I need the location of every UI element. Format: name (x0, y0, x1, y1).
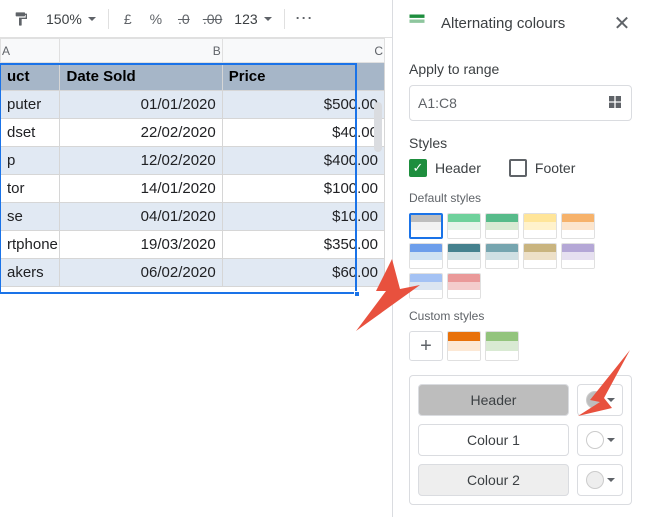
percent-button[interactable]: % (143, 6, 169, 32)
cell[interactable]: 19/03/2020 (60, 231, 222, 259)
column-header-row: A B C (1, 39, 385, 63)
table-row: dset22/02/2020$40.00 (1, 119, 385, 147)
apply-range-label: Apply to range (409, 61, 632, 77)
table-row: akers06/02/2020$60.00 (1, 259, 385, 287)
style-swatch[interactable] (485, 243, 519, 269)
cell[interactable]: $350.00 (222, 231, 384, 259)
zoom-value: 150% (46, 11, 82, 27)
more-button[interactable]: ⋯ (291, 6, 319, 32)
cell[interactable]: 22/02/2020 (60, 119, 222, 147)
grid-icon (607, 94, 623, 113)
style-swatch[interactable] (523, 243, 557, 269)
range-input[interactable]: A1:C8 (409, 85, 632, 121)
cell[interactable]: akers (1, 259, 60, 287)
panel-title: Alternating colours (441, 15, 596, 32)
style-swatch[interactable] (561, 213, 595, 239)
colour2-button[interactable]: Colour 2 (418, 464, 569, 496)
table-row: p12/02/2020$400.00 (1, 147, 385, 175)
chevron-down-icon (264, 17, 272, 21)
styles-label: Styles (409, 135, 632, 151)
currency-button[interactable]: £ (115, 6, 141, 32)
checkbox-icon: ✓ (409, 159, 427, 177)
spreadsheet[interactable]: A B C uct Date Sold Price puter01/01/202… (0, 38, 392, 517)
number-format-select[interactable]: 123 (228, 6, 277, 32)
footer-checkbox[interactable]: Footer (509, 159, 575, 177)
header-colour-picker[interactable] (577, 384, 623, 416)
cell[interactable]: $10.00 (222, 203, 384, 231)
style-swatch[interactable] (485, 213, 519, 239)
style-swatch[interactable] (447, 331, 481, 361)
style-swatch[interactable] (447, 243, 481, 269)
add-custom-style-button[interactable]: + (409, 331, 443, 361)
col-header[interactable]: A (1, 39, 60, 63)
table-row: tor14/01/2020$100.00 (1, 175, 385, 203)
cell[interactable]: tor (1, 175, 60, 203)
col-header[interactable]: B (60, 39, 222, 63)
default-styles-grid (409, 213, 632, 299)
table-row: rtphone19/03/2020$350.00 (1, 231, 385, 259)
colour1-button[interactable]: Colour 1 (418, 424, 569, 456)
cell[interactable]: $400.00 (222, 147, 384, 175)
cell[interactable]: p (1, 147, 60, 175)
separator (108, 9, 109, 29)
cell[interactable]: $500.00 (222, 91, 384, 119)
colour1-picker[interactable] (577, 424, 623, 456)
style-swatch[interactable] (523, 213, 557, 239)
decrease-decimal-button[interactable]: .0 (171, 6, 197, 32)
custom-styles-row (447, 331, 519, 361)
paint-format-icon[interactable] (8, 6, 34, 32)
chevron-down-icon (607, 398, 615, 402)
colour2-picker[interactable] (577, 464, 623, 496)
panel-icon (407, 12, 427, 35)
cell[interactable]: Date Sold (60, 63, 222, 91)
default-styles-label: Default styles (409, 191, 632, 205)
table-row: se04/01/2020$10.00 (1, 203, 385, 231)
custom-styles-label: Custom styles (409, 309, 632, 323)
cell[interactable]: Price (222, 63, 384, 91)
style-swatch[interactable] (409, 213, 443, 239)
cell[interactable]: 06/02/2020 (60, 259, 222, 287)
scrollbar-thumb[interactable] (374, 102, 382, 152)
table-row: puter01/01/2020$500.00 (1, 91, 385, 119)
table-header-row: uct Date Sold Price (1, 63, 385, 91)
number-format-value: 123 (234, 11, 257, 27)
cell[interactable]: rtphone (1, 231, 60, 259)
cell[interactable]: se (1, 203, 60, 231)
cell[interactable]: 12/02/2020 (60, 147, 222, 175)
style-swatch[interactable] (447, 273, 481, 299)
range-value: A1:C8 (418, 95, 457, 111)
header-checkbox[interactable]: ✓ Header (409, 159, 481, 177)
cell[interactable]: $60.00 (222, 259, 384, 287)
zoom-select[interactable]: 150% (36, 6, 102, 32)
cell[interactable]: 01/01/2020 (60, 91, 222, 119)
alternating-colours-panel: Alternating colours ✕ Apply to range A1:… (392, 0, 648, 517)
style-swatch[interactable] (561, 243, 595, 269)
separator (284, 9, 285, 29)
cell[interactable]: $40.00 (222, 119, 384, 147)
cell[interactable]: uct (1, 63, 60, 91)
style-swatch[interactable] (409, 273, 443, 299)
checkbox-icon (509, 159, 527, 177)
chevron-down-icon (607, 438, 615, 442)
col-header[interactable]: C (222, 39, 384, 63)
style-swatch[interactable] (409, 243, 443, 269)
cell[interactable]: 04/01/2020 (60, 203, 222, 231)
style-swatch[interactable] (447, 213, 481, 239)
chevron-down-icon (607, 478, 615, 482)
colour-section: Header Colour 1 Colour 2 (409, 375, 632, 505)
panel-header: Alternating colours ✕ (393, 0, 648, 47)
cell[interactable]: $100.00 (222, 175, 384, 203)
close-icon[interactable]: ✕ (610, 11, 634, 36)
cell[interactable]: puter (1, 91, 60, 119)
chevron-down-icon (88, 17, 96, 21)
selection-handle[interactable] (354, 291, 360, 297)
style-swatch[interactable] (485, 331, 519, 361)
cell[interactable]: 14/01/2020 (60, 175, 222, 203)
increase-decimal-button[interactable]: .00 (199, 6, 226, 32)
header-colour-button[interactable]: Header (418, 384, 569, 416)
cell[interactable]: dset (1, 119, 60, 147)
